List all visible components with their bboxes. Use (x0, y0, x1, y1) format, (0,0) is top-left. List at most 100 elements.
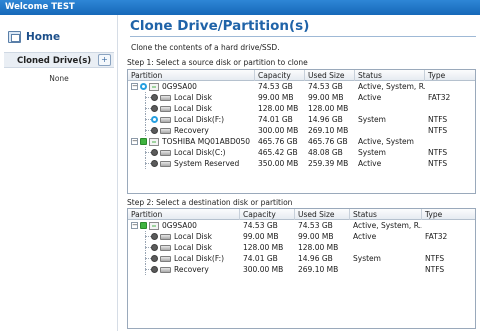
partition-cell: Local Disk (128, 231, 240, 242)
table-row[interactable]: Local Disk(F:) 74.01 GB 14.96 GB System NTFS (128, 253, 475, 264)
step2-title: Step 2: Select a destination disk or par… (127, 198, 293, 207)
partition-name: Local Disk (174, 93, 212, 102)
partition-icon (160, 233, 171, 240)
select-radio[interactable] (151, 116, 158, 123)
status-cell (350, 264, 422, 275)
partition-cell: − 0G9SA00 (128, 81, 255, 92)
column-header-status[interactable]: Status (350, 209, 422, 220)
used-size-cell: 465.76 GB (308, 137, 348, 146)
table-row[interactable]: Local Disk 128.00 MB 128.00 MB (128, 242, 475, 253)
home-icon (8, 31, 21, 43)
select-radio[interactable] (140, 83, 147, 90)
capacity-cell: 99.00 MB (258, 93, 294, 102)
collapse-toggle[interactable]: − (131, 83, 138, 90)
drive-icon (149, 221, 159, 230)
partition-cell: Recovery (128, 125, 255, 136)
partition-name: Local Disk (174, 232, 212, 241)
source-table-body: − 0G9SA00 74.53 GB 74.53 GB Active, System, … (128, 81, 475, 169)
partition-icon (160, 116, 171, 123)
type-cell (425, 81, 477, 92)
destination-table-body: − 0G9SA00 74.53 GB 74.53 GB Active, System, … (128, 220, 475, 275)
column-header-capacity[interactable]: Capacity (255, 70, 305, 81)
select-radio[interactable] (151, 105, 158, 112)
status-cell: Active (358, 159, 382, 168)
status-cell: System (358, 148, 386, 157)
partition-cell: Local Disk(F:) (128, 114, 255, 125)
cloned-drives-header: Cloned Drive(s) + (4, 52, 114, 68)
status-cell: Active, System, R... (353, 221, 422, 230)
partition-icon (160, 94, 171, 101)
capacity-cell: 99.00 MB (243, 232, 279, 241)
disk-status-icon (140, 222, 147, 229)
tree-connector (142, 92, 151, 103)
column-header-capacity[interactable]: Capacity (240, 209, 295, 220)
type-cell: NTFS (425, 254, 445, 263)
destination-table-header: Partition Capacity Used Size Status Type (128, 209, 475, 220)
collapse-toggle[interactable]: − (131, 138, 138, 145)
select-radio[interactable] (151, 255, 158, 262)
partition-icon (160, 266, 171, 273)
add-clone-button[interactable]: + (98, 54, 111, 66)
status-cell: Active (353, 232, 377, 241)
tree-connector (142, 147, 151, 158)
drive-icon (149, 82, 159, 91)
capacity-cell: 465.42 GB (258, 148, 298, 157)
select-radio[interactable] (151, 127, 158, 134)
table-row[interactable]: Local Disk 128.00 MB 128.00 MB (128, 103, 475, 114)
column-header-partition[interactable]: Partition (128, 209, 240, 220)
used-size-cell: 128.00 MB (308, 104, 349, 113)
table-row[interactable]: Local Disk 99.00 MB 99.00 MB Active FAT32 (128, 92, 475, 103)
used-size-cell: 269.10 MB (308, 126, 349, 135)
select-radio[interactable] (151, 244, 158, 251)
page-title: Clone Drive/Partition(s) (130, 18, 310, 34)
partition-cell: − 0G9SA00 (128, 220, 240, 231)
select-radio[interactable] (151, 149, 158, 156)
window-titlebar: Welcome TEST (0, 0, 480, 15)
column-header-type[interactable]: Type (425, 70, 477, 81)
cloned-drives-label: Cloned Drive(s) (17, 56, 92, 66)
table-row[interactable]: − 0G9SA00 74.53 GB 74.53 GB Active, System, … (128, 81, 475, 92)
select-radio[interactable] (151, 94, 158, 101)
column-header-status[interactable]: Status (355, 70, 425, 81)
type-cell: NTFS (428, 148, 448, 157)
partition-name: 0G9SA00 (162, 82, 197, 91)
partition-icon (160, 105, 171, 112)
table-row[interactable]: − TOSHIBA MQ01ABD050 465.76 GB 465.76 GB Act… (128, 136, 475, 147)
column-header-used-size[interactable]: Used Size (295, 209, 350, 220)
table-row[interactable]: Local Disk(F:) 74.01 GB 14.96 GB System NTFS (128, 114, 475, 125)
column-header-type[interactable]: Type (422, 209, 477, 220)
status-cell (355, 125, 425, 136)
type-cell (425, 103, 477, 114)
column-header-used-size[interactable]: Used Size (305, 70, 355, 81)
partition-name: Local Disk(F:) (174, 115, 225, 124)
type-cell: FAT32 (428, 93, 451, 102)
table-row[interactable]: Local Disk 99.00 MB 99.00 MB Active FAT32 (128, 231, 475, 242)
destination-partition-table: Partition Capacity Used Size Status Type… (127, 208, 476, 329)
partition-cell: Local Disk(F:) (128, 253, 240, 264)
used-size-cell: 259.39 MB (308, 159, 349, 168)
select-radio[interactable] (151, 233, 158, 240)
collapse-toggle[interactable]: − (131, 222, 138, 229)
column-header-partition[interactable]: Partition (128, 70, 255, 81)
partition-name: Local Disk(F:) (174, 254, 225, 263)
table-row[interactable]: System Reserved 350.00 MB 259.39 MB Active N… (128, 158, 475, 169)
capacity-cell: 128.00 MB (258, 104, 299, 113)
table-row[interactable]: Local Disk(C:) 465.42 GB 48.08 GB System NTF… (128, 147, 475, 158)
select-radio[interactable] (151, 266, 158, 273)
table-row[interactable]: − 0G9SA00 74.53 GB 74.53 GB Active, System, … (128, 220, 475, 231)
status-cell: Active, System (358, 137, 414, 146)
table-row[interactable]: Recovery 300.00 MB 269.10 MB NTFS (128, 125, 475, 136)
select-radio[interactable] (151, 160, 158, 167)
home-nav-item[interactable]: Home (8, 28, 110, 46)
type-cell: NTFS (428, 115, 448, 124)
table-row[interactable]: Recovery 300.00 MB 269.10 MB NTFS (128, 264, 475, 275)
tree-connector (142, 253, 151, 264)
capacity-cell: 300.00 MB (243, 265, 284, 274)
used-size-cell: 99.00 MB (298, 232, 334, 241)
tree-connector (142, 242, 151, 253)
